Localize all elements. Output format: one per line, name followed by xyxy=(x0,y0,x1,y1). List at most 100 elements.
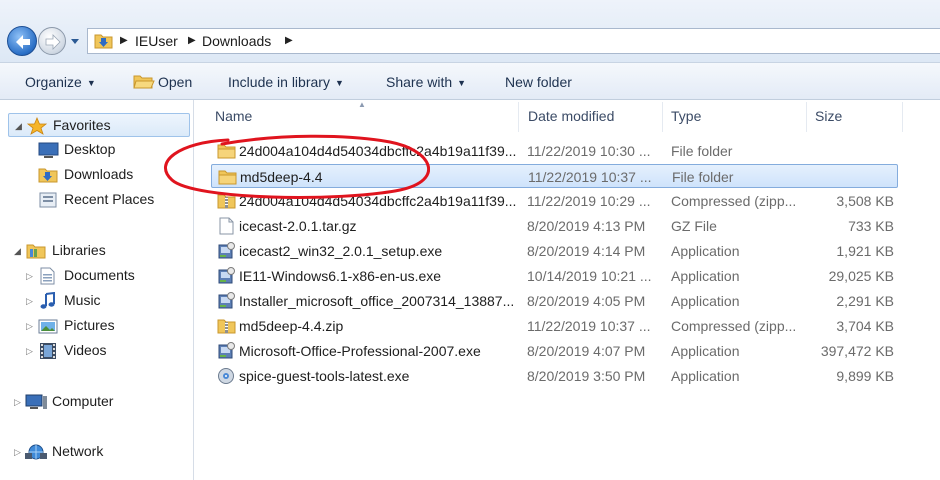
open-folder-icon xyxy=(133,75,155,89)
file-date-modified: 8/20/2019 4:07 PM xyxy=(527,343,646,359)
file-row[interactable]: 24d004a104d4d54034dbcffc2a4b19a11f39... 1… xyxy=(211,139,898,163)
file-type: Compressed (zipp... xyxy=(671,193,797,209)
file-row[interactable]: spice-guest-tools-latest.exe 8/20/2019 3:… xyxy=(211,364,898,388)
file-date-modified: 11/22/2019 10:37 ... xyxy=(527,318,651,334)
blank-file-icon xyxy=(219,217,234,235)
chevron-down-icon: ▼ xyxy=(334,78,344,88)
organize-label: Organize xyxy=(25,74,82,90)
nav-documents-label: Documents xyxy=(64,267,135,283)
file-name: icecast2_win32_2.0.1_setup.exe xyxy=(239,243,443,259)
recent-places-icon xyxy=(39,192,57,208)
nav-favorites[interactable]: ◢ Favorites xyxy=(8,113,190,137)
include-label: Include in library xyxy=(228,74,330,90)
chevron-right-icon[interactable]: ▶ xyxy=(120,35,128,46)
column-divider[interactable] xyxy=(902,102,903,132)
include-in-library-button[interactable]: Include in library ▼ xyxy=(228,74,344,90)
back-button[interactable] xyxy=(7,26,37,56)
film-icon xyxy=(40,343,56,359)
chevron-down-icon[interactable] xyxy=(70,36,80,46)
collapsed-arrow-icon[interactable]: ▷ xyxy=(14,397,21,408)
file-row[interactable]: icecast2_win32_2.0.1_setup.exe 8/20/2019 … xyxy=(211,239,898,263)
nav-videos[interactable]: ▷ Videos xyxy=(26,339,188,363)
nav-videos-label: Videos xyxy=(64,342,107,358)
nav-computer[interactable]: ▷ Computer xyxy=(14,390,190,414)
file-date-modified: 8/20/2019 3:50 PM xyxy=(527,368,646,384)
file-row[interactable]: icecast-2.0.1.tar.gz 8/20/2019 4:13 PM GZ … xyxy=(211,214,898,238)
new-folder-button[interactable]: New folder xyxy=(505,74,572,90)
file-name: IE11-Windows6.1-x86-en-us.exe xyxy=(239,268,442,284)
file-name: Installer_microsoft_office_2007314_13887… xyxy=(239,293,515,309)
collapsed-arrow-icon[interactable]: ▷ xyxy=(26,296,33,307)
file-row[interactable]: Installer_microsoft_office_2007314_13887… xyxy=(211,289,898,313)
organize-button[interactable]: Organize ▼ xyxy=(25,74,96,90)
file-name: spice-guest-tools-latest.exe xyxy=(239,368,410,384)
column-header-size[interactable]: Size xyxy=(815,108,842,128)
zip-folder-icon xyxy=(217,194,236,209)
nav-music[interactable]: ▷ Music xyxy=(26,289,188,313)
column-divider[interactable] xyxy=(662,102,663,132)
nav-recent-places[interactable]: Recent Places xyxy=(38,188,188,212)
command-toolbar: Organize ▼ Open Include in library ▼ Share… xyxy=(0,62,940,100)
downloads-folder-icon xyxy=(38,168,58,183)
file-name: icecast-2.0.1.tar.gz xyxy=(239,218,357,234)
column-header-date[interactable]: Date modified xyxy=(528,108,614,128)
file-type: File folder xyxy=(672,169,734,185)
share-with-button[interactable]: Share with ▼ xyxy=(386,74,466,90)
file-type: Application xyxy=(671,293,740,309)
documents-icon xyxy=(40,267,55,285)
file-date-modified: 11/22/2019 10:37 ... xyxy=(528,169,652,185)
column-divider[interactable] xyxy=(806,102,807,132)
crumb-downloads[interactable]: Downloads xyxy=(202,33,271,49)
forward-arrow-icon xyxy=(45,34,61,50)
breadcrumb[interactable]: ▶ IEUser ▶ Downloads ▶ xyxy=(87,28,940,54)
expanded-arrow-icon[interactable]: ◢ xyxy=(15,121,22,132)
file-size: 9,899 KB xyxy=(836,368,894,384)
nav-pictures[interactable]: ▷ Pictures xyxy=(26,314,188,338)
nav-libraries[interactable]: ◢ Libraries xyxy=(14,239,190,263)
column-divider[interactable] xyxy=(518,102,519,132)
file-row[interactable]: 24d004a104d4d54034dbcffc2a4b19a11f39... 1… xyxy=(211,189,898,213)
chevron-right-icon[interactable]: ▶ xyxy=(285,35,293,46)
collapsed-arrow-icon[interactable]: ▷ xyxy=(26,271,33,282)
file-row[interactable]: IE11-Windows6.1-x86-en-us.exe 10/14/2019 … xyxy=(211,264,898,288)
collapsed-arrow-icon[interactable]: ▷ xyxy=(26,321,33,332)
installer-icon xyxy=(218,267,235,284)
file-name: Microsoft-Office-Professional-2007.exe xyxy=(239,343,481,359)
nav-music-label: Music xyxy=(64,292,101,308)
column-header-name[interactable]: Name xyxy=(215,108,252,128)
file-type: File folder xyxy=(671,143,733,159)
nav-documents[interactable]: ▷ Documents xyxy=(26,264,188,288)
nav-pictures-label: Pictures xyxy=(64,317,115,333)
file-row[interactable]: Microsoft-Office-Professional-2007.exe 8/… xyxy=(211,339,898,363)
nav-network-label: Network xyxy=(52,443,104,459)
file-size: 3,704 KB xyxy=(836,318,894,334)
folder-download-icon xyxy=(94,34,113,49)
installer-icon xyxy=(218,292,235,309)
column-header-type[interactable]: Type xyxy=(671,108,701,128)
file-size: 733 KB xyxy=(848,218,894,234)
expanded-arrow-icon[interactable]: ◢ xyxy=(14,246,21,257)
file-size: 3,508 KB xyxy=(836,193,894,209)
file-size: 2,291 KB xyxy=(836,293,894,309)
file-size: 29,025 KB xyxy=(828,268,894,284)
file-row[interactable]: md5deep-4.4 11/22/2019 10:37 ... File fold… xyxy=(211,164,898,188)
folder-icon xyxy=(217,144,236,159)
crumb-ieuser[interactable]: IEUser xyxy=(135,33,178,49)
nav-downloads-label: Downloads xyxy=(64,166,134,182)
file-name: 24d004a104d4d54034dbcffc2a4b19a11f39... xyxy=(239,143,517,159)
file-date-modified: 8/20/2019 4:13 PM xyxy=(527,218,646,234)
open-button[interactable]: Open xyxy=(158,74,192,90)
collapsed-arrow-icon[interactable]: ▷ xyxy=(14,447,21,458)
nav-downloads[interactable]: Downloads xyxy=(38,163,188,187)
file-date-modified: 8/20/2019 4:05 PM xyxy=(527,293,646,309)
file-row[interactable]: md5deep-4.4.zip 11/22/2019 10:37 ... Compr… xyxy=(211,314,898,338)
file-name: md5deep-4.4 xyxy=(240,169,323,185)
forward-button[interactable] xyxy=(38,27,66,55)
nav-desktop[interactable]: Desktop xyxy=(38,138,188,162)
nav-network[interactable]: ▷ Network xyxy=(14,440,190,464)
star-icon xyxy=(27,117,47,135)
computer-icon xyxy=(25,394,47,409)
share-label: Share with xyxy=(386,74,453,90)
collapsed-arrow-icon[interactable]: ▷ xyxy=(26,346,33,357)
chevron-right-icon[interactable]: ▶ xyxy=(188,35,196,46)
